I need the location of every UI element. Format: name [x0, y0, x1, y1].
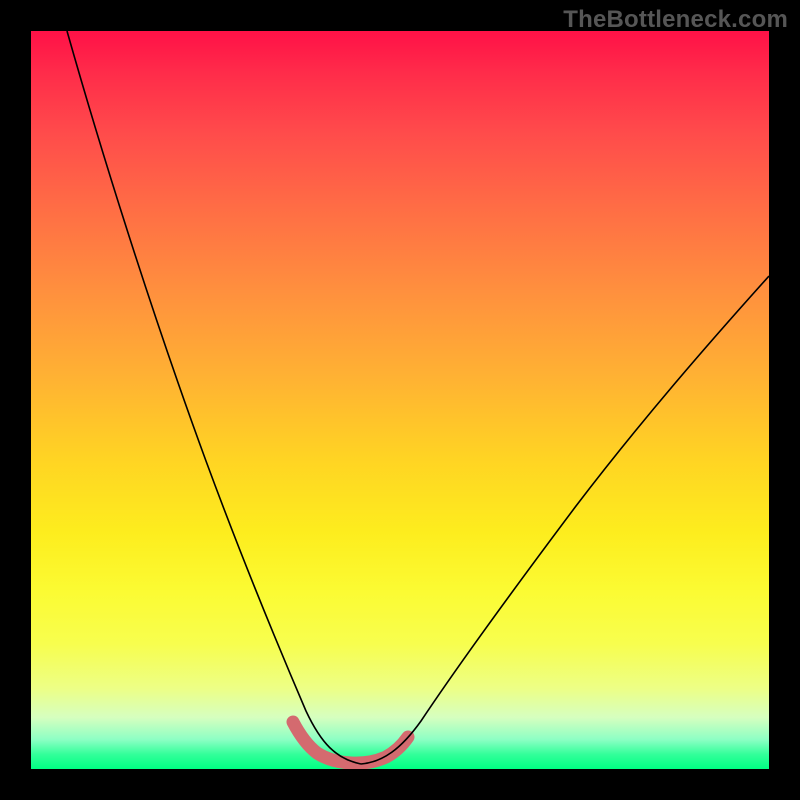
- curve-layer: [31, 31, 769, 769]
- plot-area: [31, 31, 769, 769]
- watermark-text: TheBottleneck.com: [563, 6, 788, 34]
- optimal-range-highlight: [293, 722, 408, 763]
- chart-frame: TheBottleneck.com: [0, 0, 800, 800]
- bottleneck-curve-right: [361, 276, 769, 764]
- bottleneck-curve-left: [67, 31, 361, 764]
